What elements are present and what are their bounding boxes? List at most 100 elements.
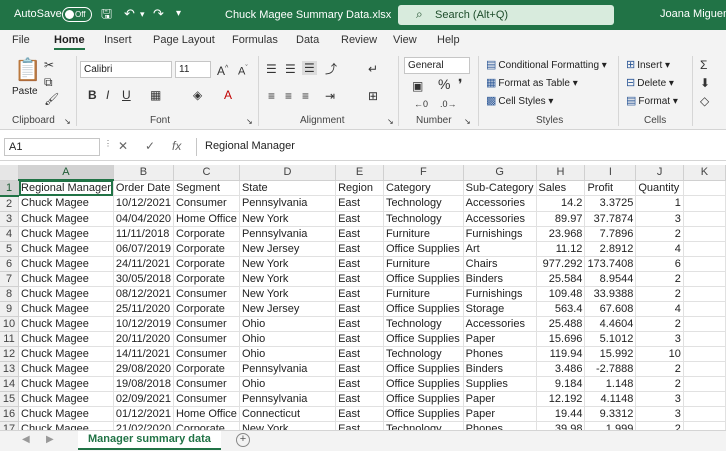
cell-d2[interactable]: Pennsylvania	[239, 195, 337, 212]
cell-f9[interactable]: Office Supplies	[383, 301, 464, 317]
font-launcher-icon[interactable]: ↘	[246, 115, 253, 129]
cell-f6[interactable]: Furniture	[383, 256, 464, 272]
cell-d6[interactable]: New York	[239, 256, 337, 272]
clipboard-launcher-icon[interactable]: ↘	[64, 115, 71, 129]
cell-j5[interactable]: 4	[635, 241, 684, 257]
cell-d4[interactable]: Pennsylvania	[239, 226, 337, 242]
cell-b10[interactable]: 10/12/2019	[113, 316, 174, 332]
cell-g6[interactable]: Chairs	[463, 256, 537, 272]
cell-j9[interactable]: 4	[635, 301, 684, 317]
cell-a13[interactable]: Chuck Magee	[18, 361, 114, 377]
cell-e11[interactable]: East	[335, 331, 384, 347]
italic-icon[interactable]: I	[106, 88, 109, 102]
percent-icon[interactable]: %	[438, 77, 450, 91]
autosave-toggle[interactable]: Off	[62, 7, 92, 22]
customize-toolbar-icon[interactable]: ▾	[176, 6, 181, 22]
cell-f11[interactable]: Office Supplies	[383, 331, 464, 347]
row-header[interactable]: 2	[0, 195, 20, 212]
cell-e7[interactable]: East	[335, 271, 384, 287]
row-header[interactable]: 7	[0, 271, 20, 287]
cell-i7[interactable]: 8.9544	[584, 271, 637, 287]
cell-f1[interactable]: Category	[383, 180, 464, 196]
cell-e6[interactable]: East	[335, 256, 384, 272]
cell-g12[interactable]: Phones	[463, 346, 537, 362]
cell-e10[interactable]: East	[335, 316, 384, 332]
cell-a1[interactable]: Regional Manager	[18, 180, 114, 196]
tab-help[interactable]: Help	[437, 34, 460, 46]
cell-i6[interactable]: 173.7408	[584, 256, 637, 272]
cell-j15[interactable]: 3	[635, 391, 684, 407]
undo-dropdown-icon[interactable]: ▾	[140, 6, 145, 22]
cell-d13[interactable]: Pennsylvania	[239, 361, 337, 377]
cell-k15[interactable]	[683, 391, 726, 407]
cell-b14[interactable]: 19/08/2018	[113, 376, 174, 392]
cell-k3[interactable]	[683, 211, 726, 227]
cell-c14[interactable]: Consumer	[173, 376, 240, 392]
row-header[interactable]: 4	[0, 226, 20, 242]
cell-c3[interactable]: Home Office	[173, 211, 240, 227]
cell-a16[interactable]: Chuck Magee	[18, 406, 114, 422]
cell-e5[interactable]: East	[335, 241, 384, 257]
cell-a5[interactable]: Chuck Magee	[18, 241, 114, 257]
cell-g13[interactable]: Binders	[463, 361, 537, 377]
cell-f15[interactable]: Office Supplies	[383, 391, 464, 407]
format-painter-icon[interactable]: 🖌	[44, 92, 59, 106]
next-sheet-icon[interactable]: ▶	[46, 434, 54, 445]
insert-cells-button[interactable]: ⊞ Insert ▾	[626, 58, 670, 71]
cell-k10[interactable]	[683, 316, 726, 332]
cell-j3[interactable]: 3	[635, 211, 684, 227]
cell-e12[interactable]: East	[335, 346, 384, 362]
cell-e1[interactable]: Region	[335, 180, 384, 196]
cell-j4[interactable]: 2	[635, 226, 684, 242]
cell-g11[interactable]: Paper	[463, 331, 537, 347]
cell-k13[interactable]	[683, 361, 726, 377]
cell-h16[interactable]: 19.44	[536, 406, 586, 422]
cell-h13[interactable]: 3.486	[536, 361, 586, 377]
cell-j8[interactable]: 2	[635, 286, 684, 302]
undo-icon[interactable]: ↶	[124, 6, 135, 22]
cell-i10[interactable]: 4.4604	[584, 316, 637, 332]
cell-k8[interactable]	[683, 286, 726, 302]
row-header[interactable]: 16	[0, 406, 20, 422]
cell-g1[interactable]: Sub-Category	[463, 180, 537, 196]
paste-button-label[interactable]: Paste	[12, 86, 38, 97]
cell-f8[interactable]: Furniture	[383, 286, 464, 302]
cell-e2[interactable]: East	[335, 195, 384, 212]
cell-c4[interactable]: Corporate	[173, 226, 240, 242]
cell-a3[interactable]: Chuck Magee	[18, 211, 114, 227]
cell-b15[interactable]: 02/09/2021	[113, 391, 174, 407]
cell-c10[interactable]: Consumer	[173, 316, 240, 332]
cell-k4[interactable]	[683, 226, 726, 242]
cell-f10[interactable]: Technology	[383, 316, 464, 332]
number-launcher-icon[interactable]: ↘	[464, 115, 471, 129]
cell-g15[interactable]: Paper	[463, 391, 537, 407]
row-header[interactable]: 8	[0, 286, 20, 302]
cell-h7[interactable]: 25.584	[536, 271, 586, 287]
cut-icon[interactable]: ✂	[44, 58, 54, 72]
cell-g10[interactable]: Accessories	[463, 316, 537, 332]
tab-view[interactable]: View	[393, 34, 417, 46]
cell-b8[interactable]: 08/12/2021	[113, 286, 174, 302]
cell-j1[interactable]: Quantity	[635, 180, 684, 196]
column-header-k[interactable]: K	[683, 165, 726, 181]
column-header-c[interactable]: C	[173, 165, 240, 181]
cell-d16[interactable]: Connecticut	[239, 406, 337, 422]
cell-d10[interactable]: Ohio	[239, 316, 337, 332]
cell-j10[interactable]: 2	[635, 316, 684, 332]
increase-font-icon[interactable]: A^	[217, 62, 228, 78]
cell-i11[interactable]: 5.1012	[584, 331, 637, 347]
cell-f12[interactable]: Technology	[383, 346, 464, 362]
font-name-select[interactable]: Calibri	[80, 61, 172, 78]
cell-k1[interactable]	[683, 180, 726, 196]
cell-b12[interactable]: 14/11/2021	[113, 346, 174, 362]
cell-j13[interactable]: 2	[635, 361, 684, 377]
cell-b3[interactable]: 04/04/2020	[113, 211, 174, 227]
cell-d12[interactable]: Ohio	[239, 346, 337, 362]
underline-icon[interactable]: U	[122, 88, 131, 102]
cell-i14[interactable]: 1.148	[584, 376, 637, 392]
cell-e13[interactable]: East	[335, 361, 384, 377]
cell-g8[interactable]: Furnishings	[463, 286, 537, 302]
cell-c11[interactable]: Consumer	[173, 331, 240, 347]
add-sheet-icon[interactable]: +	[236, 433, 250, 447]
column-header-e[interactable]: E	[335, 165, 384, 181]
